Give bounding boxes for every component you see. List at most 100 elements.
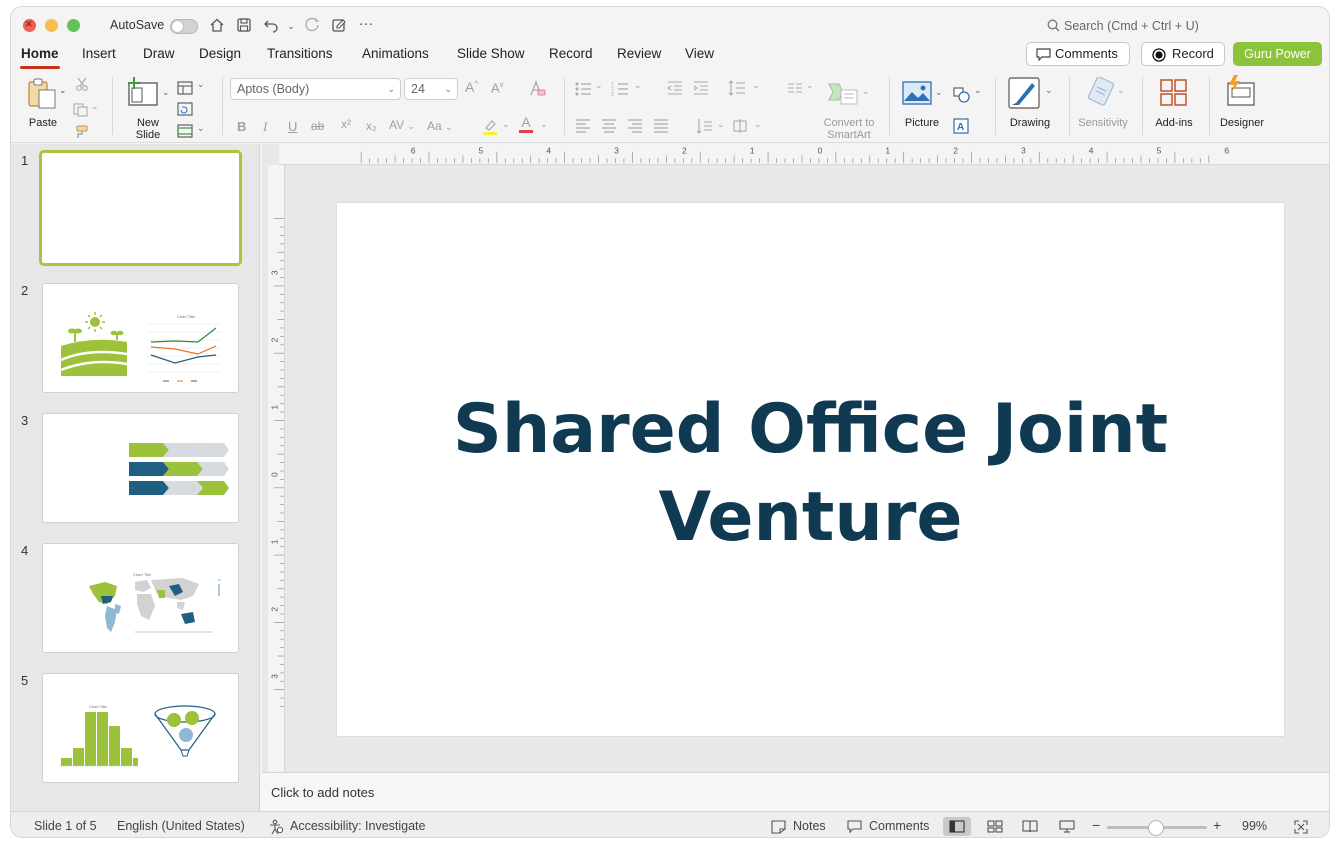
tab-home[interactable]: Home [20, 45, 60, 71]
align-text-dropdown-icon[interactable]: ⌄ [754, 119, 762, 130]
decrease-font-button[interactable]: Av [491, 80, 504, 95]
tab-animations[interactable]: Animations [362, 45, 429, 71]
customize-icon[interactable] [330, 17, 348, 35]
text-direction-icon[interactable] [695, 118, 713, 134]
slide-thumbnail-2[interactable]: Chart Title [42, 283, 239, 393]
font-color-button[interactable]: A [519, 115, 533, 133]
sensitivity-dropdown-icon[interactable]: ⌄ [1117, 85, 1125, 96]
strikethrough-button[interactable]: ab [311, 119, 324, 133]
numbering-icon[interactable]: 123 [611, 81, 629, 97]
italic-button[interactable]: I [263, 119, 267, 135]
slide-thumbnail-4[interactable]: Chart Title [42, 543, 239, 653]
justify-icon[interactable] [653, 119, 669, 133]
accessibility-status[interactable]: Accessibility: Investigate [290, 819, 425, 833]
section-dropdown-icon[interactable]: ⌄ [197, 123, 205, 134]
sensitivity-icon[interactable] [1086, 77, 1116, 107]
save-icon[interactable] [235, 17, 253, 35]
zoom-out-button[interactable]: − [1092, 817, 1100, 833]
shapes-icon[interactable] [953, 87, 971, 103]
columns-dropdown-icon[interactable]: ⌄ [806, 80, 814, 91]
slide-sorter-button[interactable] [981, 817, 1009, 836]
tab-slide-show[interactable]: Slide Show [457, 45, 525, 71]
tab-transitions[interactable]: Transitions [267, 45, 333, 71]
horizontal-ruler[interactable]: 6 5 4 3 2 1 0 1 2 3 4 5 6 [279, 144, 1330, 165]
decrease-indent-icon[interactable] [667, 81, 683, 95]
font-size-select[interactable]: 24 ⌄ [404, 78, 458, 100]
slide-thumbnail-3[interactable] [42, 413, 239, 523]
align-right-icon[interactable] [627, 119, 643, 133]
notes-pane[interactable]: Click to add notes [262, 772, 1329, 811]
align-text-icon[interactable] [732, 118, 750, 134]
zoom-level[interactable]: 99% [1242, 819, 1267, 833]
current-slide[interactable]: Shared Office Joint Venture [337, 203, 1284, 736]
cut-icon[interactable] [75, 77, 89, 91]
autosave-toggle[interactable] [170, 19, 198, 34]
line-spacing-icon[interactable] [728, 80, 746, 96]
smartart-dropdown-icon[interactable]: ⌄ [862, 86, 870, 97]
new-slide-icon[interactable] [127, 77, 161, 107]
search-box[interactable]: Search (Cmd + Ctrl + U) [1047, 19, 1199, 33]
language-indicator[interactable]: English (United States) [117, 819, 245, 833]
highlight-icon[interactable] [481, 118, 499, 136]
change-case-button[interactable]: Aa ⌄ [427, 119, 453, 133]
zoom-window-button[interactable] [67, 19, 80, 32]
paste-dropdown-icon[interactable]: ⌄ [59, 85, 67, 96]
minimize-window-button[interactable] [45, 19, 58, 32]
accessibility-icon[interactable] [268, 819, 284, 835]
picture-icon[interactable] [902, 81, 932, 105]
zoom-slider-handle[interactable] [1148, 820, 1164, 836]
layout-dropdown-icon[interactable]: ⌄ [197, 79, 205, 90]
shapes-dropdown-icon[interactable]: ⌄ [974, 85, 982, 96]
zoom-in-button[interactable]: + [1213, 817, 1221, 833]
clear-formatting-icon[interactable] [528, 80, 546, 98]
tab-draw[interactable]: Draw [143, 45, 175, 71]
align-center-icon[interactable] [601, 119, 617, 133]
undo-icon[interactable] [262, 17, 280, 35]
slideshow-view-button[interactable] [1053, 817, 1081, 836]
close-window-button[interactable] [23, 16, 36, 32]
character-spacing-button[interactable]: AV ⌄ [389, 118, 415, 132]
format-painter-icon[interactable] [73, 125, 89, 139]
designer-icon[interactable] [1224, 75, 1258, 107]
copy-icon[interactable] [73, 103, 89, 117]
columns-icon[interactable] [787, 82, 803, 94]
picture-dropdown-icon[interactable]: ⌄ [935, 87, 943, 98]
increase-indent-icon[interactable] [693, 81, 709, 95]
redo-icon[interactable] [303, 17, 321, 35]
highlight-dropdown-icon[interactable]: ⌄ [502, 119, 510, 130]
drawing-dropdown-icon[interactable]: ⌄ [1045, 85, 1053, 96]
reset-slide-icon[interactable] [177, 102, 193, 116]
more-options-icon[interactable]: ··· [357, 16, 375, 35]
comments-toggle[interactable]: Comments [869, 819, 929, 833]
layout-icon[interactable] [177, 81, 193, 95]
bullets-icon[interactable] [574, 81, 592, 97]
tab-design[interactable]: Design [199, 45, 241, 71]
font-name-select[interactable]: Aptos (Body) ⌄ [230, 78, 401, 100]
comments-button[interactable]: Comments [1026, 42, 1130, 66]
drawing-icon[interactable] [1008, 77, 1042, 109]
tab-insert[interactable]: Insert [82, 45, 116, 71]
guru-power-button[interactable]: Guru Power [1233, 42, 1322, 66]
tab-view[interactable]: View [685, 45, 714, 71]
slide-thumbnail-1[interactable] [39, 150, 242, 266]
add-ins-icon[interactable] [1159, 78, 1189, 108]
section-icon[interactable] [177, 124, 193, 138]
font-color-dropdown-icon[interactable]: ⌄ [540, 119, 548, 130]
bullets-dropdown-icon[interactable]: ⌄ [595, 80, 603, 91]
numbering-dropdown-icon[interactable]: ⌄ [634, 80, 642, 91]
slide-thumbnail-5[interactable]: Chart Title [42, 673, 239, 783]
increase-font-button[interactable]: A^ [465, 79, 478, 95]
home-icon[interactable] [208, 17, 226, 35]
tab-review[interactable]: Review [617, 45, 661, 71]
text-direction-dropdown-icon[interactable]: ⌄ [717, 119, 725, 130]
superscript-button[interactable]: x² [341, 117, 351, 131]
bold-button[interactable]: B [237, 119, 246, 134]
fit-to-window-icon[interactable] [1294, 820, 1308, 834]
undo-dropdown-icon[interactable]: ⌄ [282, 17, 300, 35]
paste-icon[interactable] [25, 77, 59, 111]
subscript-button[interactable]: x₂ [366, 119, 377, 133]
tab-record[interactable]: Record [549, 45, 593, 71]
reading-view-button[interactable] [1016, 817, 1044, 836]
smartart-icon[interactable] [827, 80, 859, 106]
align-left-icon[interactable] [575, 119, 591, 133]
